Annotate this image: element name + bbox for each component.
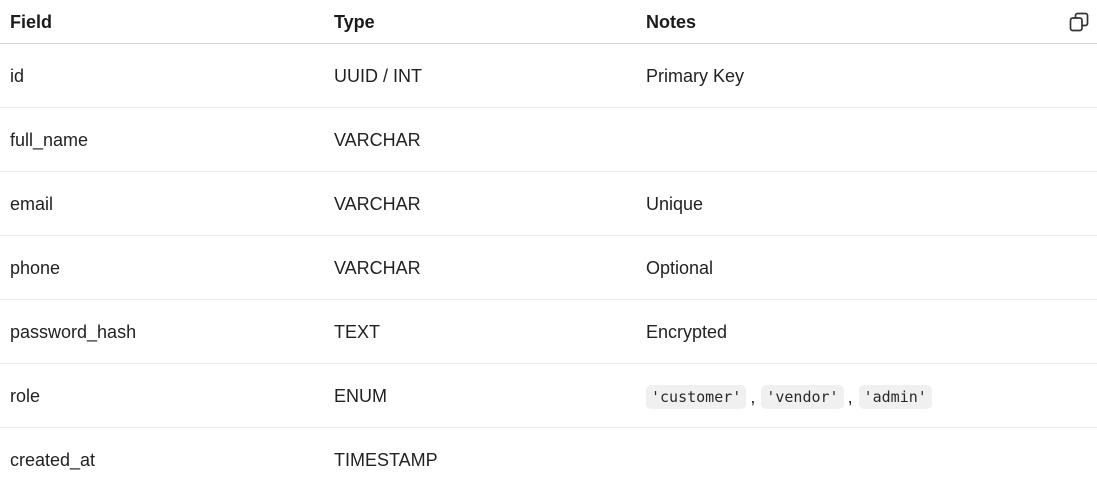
code-chip-vendor: 'vendor' [761, 385, 844, 410]
separator: , [847, 387, 853, 408]
cell-field: email [10, 194, 54, 214]
copy-icon [1069, 12, 1089, 32]
cell-field: full_name [10, 130, 89, 150]
table-row: role ENUM 'customer','vendor','admin' [0, 364, 1097, 428]
header-notes: Notes [646, 12, 697, 32]
cell-field: id [10, 66, 25, 86]
cell-type: VARCHAR [334, 258, 421, 278]
table-row: created_at TIMESTAMP [0, 428, 1097, 492]
cell-type: TIMESTAMP [334, 450, 438, 470]
separator: , [750, 387, 756, 408]
cell-type: VARCHAR [334, 194, 421, 214]
table-row: phone VARCHAR Optional [0, 236, 1097, 300]
cell-type: TEXT [334, 322, 381, 342]
header-type: Type [334, 12, 375, 32]
copy-button[interactable] [1067, 10, 1091, 34]
cell-notes: 'customer','vendor','admin' [646, 364, 932, 428]
cell-field: role [10, 386, 41, 406]
table-row: email VARCHAR Unique [0, 172, 1097, 236]
cell-notes: Primary Key [646, 66, 745, 86]
header-field: Field [10, 12, 53, 32]
table-header-row: Field Type Notes [0, 0, 1097, 44]
cell-field: password_hash [10, 322, 137, 342]
cell-type: VARCHAR [334, 130, 421, 150]
code-chip-admin: 'admin' [858, 385, 932, 410]
cell-field: phone [10, 258, 61, 278]
cell-notes: Encrypted [646, 322, 728, 342]
code-chip-customer: 'customer' [646, 385, 747, 410]
schema-table: Field Type Notes id UUID / INT Primary K… [0, 0, 1097, 477]
cell-notes: Optional [646, 258, 714, 278]
table-row: full_name VARCHAR [0, 108, 1097, 172]
cell-notes: Unique [646, 194, 704, 214]
cell-type: UUID / INT [334, 66, 422, 86]
cell-field: created_at [10, 450, 96, 470]
cell-type: ENUM [334, 386, 387, 406]
table-row: id UUID / INT Primary Key [0, 44, 1097, 108]
table-row: password_hash TEXT Encrypted [0, 300, 1097, 364]
